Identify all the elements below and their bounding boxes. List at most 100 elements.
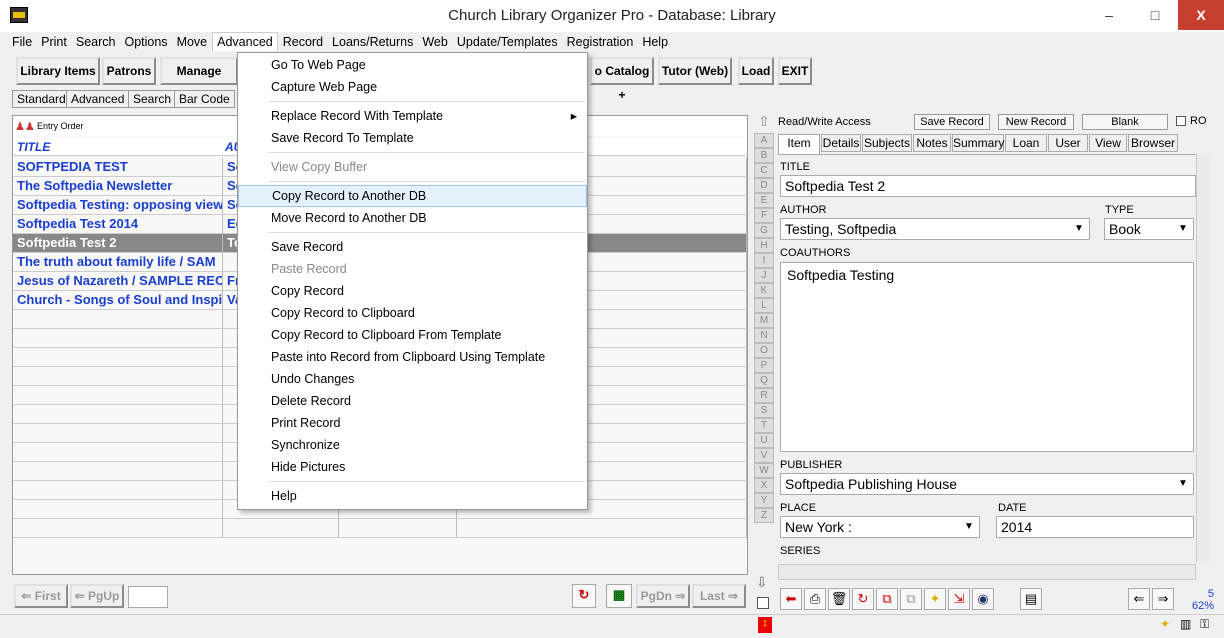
paste-icon[interactable]: ⧉	[900, 588, 922, 610]
menu-item-copy-record[interactable]: Copy Record	[238, 280, 587, 302]
menu-item-move-record-to-another-db[interactable]: Move Record to Another DB	[238, 207, 587, 229]
menu-item-save-record[interactable]: Save Record	[238, 236, 587, 258]
prev-icon[interactable]: ⇐	[1128, 588, 1150, 610]
alpha-f[interactable]: F	[754, 208, 774, 223]
menu-move[interactable]: Move	[173, 33, 212, 51]
view-tab-standard[interactable]: Standard	[12, 90, 71, 108]
type-field[interactable]: Book ▼	[1104, 218, 1194, 240]
alpha-i[interactable]: I	[754, 253, 774, 268]
publisher-field[interactable]: Softpedia Publishing House ▼	[780, 473, 1194, 495]
menu-update-templates[interactable]: Update/Templates	[453, 33, 562, 51]
author-field[interactable]: Testing, Softpedia ▼	[780, 218, 1090, 240]
menu-item-view-copy-buffer[interactable]: View Copy Buffer	[238, 156, 587, 178]
toolbar-button-library-items[interactable]: Library Items	[16, 57, 100, 85]
toolbar-button-tutor-web[interactable]: Tutor (Web)	[658, 57, 732, 85]
menu-item-go-to-web-page[interactable]: Go To Web Page	[238, 54, 587, 76]
alpha-d[interactable]: D	[754, 178, 774, 193]
menu-item-delete-record[interactable]: Delete Record	[238, 390, 587, 412]
menu-item-undo-changes[interactable]: Undo Changes	[238, 368, 587, 390]
close-button[interactable]: X	[1178, 0, 1224, 30]
tab-notes[interactable]: Notes	[913, 134, 951, 152]
alpha-y[interactable]: Y	[754, 493, 774, 508]
table-row[interactable]	[13, 519, 747, 538]
menu-record[interactable]: Record	[279, 33, 327, 51]
pgdn-button[interactable]: PgDn ⇒	[636, 584, 690, 608]
menu-search[interactable]: Search	[72, 33, 120, 51]
menu-item-replace-record-with-template[interactable]: Replace Record With Template ▸	[238, 105, 587, 127]
alpha-p[interactable]: P	[754, 358, 774, 373]
alpha-u[interactable]: U	[754, 433, 774, 448]
chevron-down-icon[interactable]: ▼	[1175, 221, 1191, 237]
alpha-z[interactable]: Z	[754, 508, 774, 523]
minimize-button[interactable]: –	[1086, 0, 1132, 30]
toolbar-button-load[interactable]: Load	[738, 57, 774, 85]
menu-item-help[interactable]: Help	[238, 485, 587, 507]
scroll-up-icon[interactable]: ⇧	[754, 114, 774, 133]
menu-options[interactable]: Options	[120, 33, 171, 51]
coauthors-field[interactable]: Softpedia Testing	[780, 262, 1194, 452]
alpha-l[interactable]: L	[754, 298, 774, 313]
alpha-j[interactable]: J	[754, 268, 774, 283]
trash-icon[interactable]: 🗑	[828, 588, 850, 610]
scroll-down-icon[interactable]: ⇩	[756, 574, 768, 591]
blank-button[interactable]: Blank	[1082, 114, 1168, 130]
alpha-n[interactable]: N	[754, 328, 774, 343]
alpha-h[interactable]: H	[754, 238, 774, 253]
globe-icon[interactable]: ◉	[972, 588, 994, 610]
new-record-button[interactable]: New Record	[998, 114, 1074, 130]
tab-details[interactable]: Details	[821, 134, 861, 152]
menu-loans-returns[interactable]: Loans/Returns	[328, 33, 417, 51]
tab-user[interactable]: User	[1048, 134, 1088, 152]
menu-item-copy-record-to-another-db[interactable]: Copy Record to Another DB	[238, 185, 587, 207]
alpha-a[interactable]: A	[754, 133, 774, 148]
refresh-icon[interactable]: ↻	[572, 584, 596, 608]
pgup-button[interactable]: ⇐ PgUp	[70, 584, 124, 608]
save-record-button[interactable]: Save Record	[914, 114, 990, 130]
next-icon[interactable]: ⇒	[1152, 588, 1174, 610]
tab-summary[interactable]: Summary	[952, 134, 1004, 152]
chevron-down-icon[interactable]: ▼	[1071, 221, 1087, 237]
print-icon[interactable]: ⎙	[804, 588, 826, 610]
tab-subjects[interactable]: Subjects	[862, 134, 912, 152]
toolbar-button-o-catalog[interactable]: o Catalog +	[590, 57, 654, 102]
menu-registration[interactable]: Registration	[563, 33, 638, 51]
alpha-v[interactable]: V	[754, 448, 774, 463]
place-field[interactable]: New York : ▼	[780, 516, 980, 538]
alpha-r[interactable]: R	[754, 388, 774, 403]
layout-icon[interactable]: ▦	[606, 584, 632, 608]
menu-help[interactable]: Help	[638, 33, 672, 51]
menu-item-capture-web-page[interactable]: Capture Web Page	[238, 76, 587, 98]
last-button[interactable]: Last ⇒	[692, 584, 746, 608]
tab-view[interactable]: View	[1089, 134, 1127, 152]
copy-icon[interactable]: ⧉	[876, 588, 898, 610]
lightbulb-icon[interactable]: ✦	[924, 588, 946, 610]
tab-loan[interactable]: Loan	[1005, 134, 1047, 152]
alpha-q[interactable]: Q	[754, 373, 774, 388]
tab-browser[interactable]: Browser	[1128, 134, 1178, 152]
alpha-m[interactable]: M	[754, 313, 774, 328]
menu-item-print-record[interactable]: Print Record	[238, 412, 587, 434]
import-icon[interactable]: ⇲	[948, 588, 970, 610]
arrow-left-icon[interactable]: ⬅	[780, 588, 802, 610]
view-tab-advanced[interactable]: Advanced	[66, 90, 130, 108]
alpha-o[interactable]: O	[754, 343, 774, 358]
menu-item-copy-record-to-clipboard-from-template[interactable]: Copy Record to Clipboard From Template	[238, 324, 587, 346]
alpha-t[interactable]: T	[754, 418, 774, 433]
alpha-g[interactable]: G	[754, 223, 774, 238]
menu-file[interactable]: File	[8, 33, 36, 51]
record-hscrollbar[interactable]	[778, 564, 1196, 580]
menu-item-save-record-to-template[interactable]: Save Record To Template	[238, 127, 587, 149]
maximize-button[interactable]: □	[1132, 0, 1178, 30]
date-field[interactable]: 2014	[996, 516, 1194, 538]
template-icon[interactable]: ▤	[1020, 588, 1042, 610]
chevron-down-icon[interactable]: ▼	[1175, 476, 1191, 492]
alpha-w[interactable]: W	[754, 463, 774, 478]
menu-item-synchronize[interactable]: Synchronize	[238, 434, 587, 456]
menu-web[interactable]: Web	[418, 33, 451, 51]
alpha-k[interactable]: K	[754, 283, 774, 298]
record-scrollbar[interactable]	[1196, 154, 1210, 562]
menu-item-paste-record[interactable]: Paste Record	[238, 258, 587, 280]
alpha-e[interactable]: E	[754, 193, 774, 208]
alpha-c[interactable]: C	[754, 163, 774, 178]
menu-item-copy-record-to-clipboard[interactable]: Copy Record to Clipboard	[238, 302, 587, 324]
